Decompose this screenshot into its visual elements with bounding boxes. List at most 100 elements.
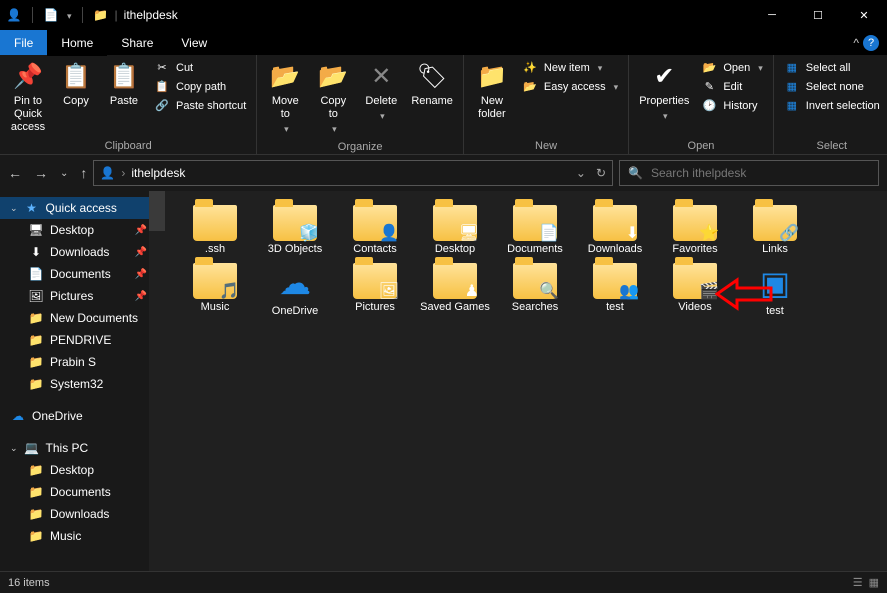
history-button[interactable]: 🕑History — [697, 97, 766, 114]
sidebar-scrollbar[interactable] — [149, 191, 165, 571]
copy-to-button[interactable]: 📂Copy to — [311, 59, 355, 139]
label: Select none — [806, 81, 864, 93]
file-label: .ssh — [205, 243, 225, 255]
ribbon-group-organize: 📂Move to 📂Copy to ✕Delete 🏷Rename Organi… — [257, 55, 464, 154]
sidebar-item[interactable]: 🖼Pictures📌 — [0, 285, 165, 307]
file-item[interactable]: 👥test — [579, 263, 651, 317]
file-item[interactable]: 🖼Pictures — [339, 263, 411, 317]
path-icon: 📋 — [154, 80, 170, 93]
sidebar-item[interactable]: 📁Downloads — [0, 503, 165, 525]
label: Music — [50, 529, 81, 543]
tab-home[interactable]: Home — [47, 30, 107, 55]
new-folder-icon: 📁 — [477, 61, 507, 93]
refresh-button[interactable]: ↻ — [596, 166, 606, 180]
select-none-button[interactable]: Select none — [780, 78, 884, 95]
icons-view-button[interactable]: ▦ — [869, 576, 879, 589]
copy-path-button[interactable]: 📋Copy path — [150, 78, 250, 95]
label: Documents — [50, 485, 111, 499]
details-view-button[interactable]: ☰ — [853, 576, 863, 589]
sidebar-item[interactable]: 📁Desktop — [0, 459, 165, 481]
address-bar[interactable]: 👤 › ithelpdesk ⌄ ↻ — [93, 160, 613, 186]
recent-locations-button[interactable]: ⌄ — [60, 168, 68, 179]
file-item[interactable]: ♟Saved Games — [419, 263, 491, 317]
paste-button[interactable]: 📋 Paste — [102, 59, 146, 110]
overlay-icon: 🔍 — [539, 281, 559, 301]
file-label: Searches — [512, 301, 558, 313]
tab-view[interactable]: View — [167, 30, 221, 55]
file-item[interactable]: ⬇Downloads — [579, 205, 651, 255]
pin-quick-access-button[interactable]: 📌 Pin to Quick access — [6, 59, 50, 137]
copy-icon: 📋 — [61, 61, 91, 93]
invert-selection-button[interactable]: Invert selection — [780, 97, 884, 114]
paste-shortcut-button[interactable]: 🔗Paste shortcut — [150, 97, 250, 114]
cut-button[interactable]: ✂Cut — [150, 59, 250, 76]
easy-access-button[interactable]: 📂Easy access — [518, 78, 622, 95]
up-button[interactable]: ↑ — [80, 165, 87, 181]
close-button[interactable]: ✕ — [841, 0, 887, 30]
maximize-button[interactable]: ☐ — [795, 0, 841, 30]
sidebar-item[interactable]: 📁PENDRIVE — [0, 329, 165, 351]
overlay-icon: 🖥 — [459, 223, 479, 243]
file-item[interactable]: 📄Documents — [499, 205, 571, 255]
file-item[interactable]: 🔍Searches — [499, 263, 571, 317]
help-icon[interactable]: ? — [863, 35, 879, 51]
file-item[interactable]: .ssh — [179, 205, 251, 255]
address-icon: 👤 — [100, 166, 115, 180]
item-icon: 📁 — [28, 485, 44, 499]
file-item[interactable]: ⭐Favorites — [659, 205, 731, 255]
pin-icon: 📌 — [13, 61, 43, 93]
properties-button[interactable]: ✔Properties — [635, 59, 693, 125]
overlay-icon: ⭐ — [699, 223, 719, 243]
select-all-button[interactable]: Select all — [780, 59, 884, 76]
open-button[interactable]: 📂Open — [697, 59, 766, 76]
file-item[interactable]: 🧊3D Objects — [259, 205, 331, 255]
folder-icon: 🖥 — [433, 205, 477, 241]
sidebar-item[interactable]: 📄Documents📌 — [0, 263, 165, 285]
file-item[interactable]: 🖥Desktop — [419, 205, 491, 255]
copy-button[interactable]: 📋 Copy — [54, 59, 98, 110]
content-area[interactable]: .ssh 🧊3D Objects👤Contacts🖥Desktop📄Documen… — [165, 191, 887, 571]
new-item-button[interactable]: ✨New item — [518, 59, 622, 76]
label: Documents — [50, 267, 111, 281]
sidebar-item[interactable]: 📁Prabin S — [0, 351, 165, 373]
forward-button[interactable]: → — [34, 165, 48, 181]
file-menu[interactable]: File — [0, 30, 47, 55]
minimize-button[interactable]: ─ — [749, 0, 795, 30]
sidebar-item[interactable]: 📁New Documents — [0, 307, 165, 329]
search-input[interactable]: 🔍 Search ithelpdesk — [619, 160, 879, 186]
qat-customize-icon[interactable] — [65, 8, 72, 22]
sidebar-item[interactable]: ⬇Downloads📌 — [0, 241, 165, 263]
move-to-button[interactable]: 📂Move to — [263, 59, 307, 139]
file-item[interactable]: 🎵Music — [179, 263, 251, 317]
select-none-icon — [784, 80, 800, 93]
file-label: Downloads — [588, 243, 642, 255]
chevron-down-icon — [330, 123, 337, 136]
edit-button[interactable]: ✎Edit — [697, 78, 766, 95]
tab-share[interactable]: Share — [107, 30, 167, 55]
qat-properties-icon[interactable]: 📄 — [43, 7, 59, 23]
ribbon-collapse-icon[interactable]: ^ — [853, 36, 859, 50]
rename-button[interactable]: 🏷Rename — [407, 59, 457, 110]
sidebar-item[interactable]: 📁 Documents — [0, 481, 165, 503]
file-item[interactable]: ☁OneDrive — [259, 263, 331, 317]
new-folder-button[interactable]: 📁New folder — [470, 59, 514, 123]
menu-bar: File Home Share View ^ ? — [0, 30, 887, 55]
sidebar-item[interactable]: 📁Music — [0, 525, 165, 547]
pin-icon: 📌 — [135, 247, 147, 258]
folder-icon: 🧊 — [273, 205, 317, 241]
sidebar-item[interactable]: 🖥Desktop📌 — [0, 219, 165, 241]
search-icon: 🔍 — [628, 166, 643, 180]
breadcrumb[interactable]: ithelpdesk — [131, 166, 185, 180]
paste-icon: 📋 — [109, 61, 139, 93]
file-item[interactable]: 👤Contacts — [339, 205, 411, 255]
file-item[interactable]: 🔗Links — [739, 205, 811, 255]
back-button[interactable]: ← — [8, 165, 22, 181]
address-dropdown-icon[interactable]: ⌄ — [576, 166, 586, 180]
sidebar-thispc[interactable]: ⌄💻This PC — [0, 437, 165, 459]
delete-button[interactable]: ✕Delete — [359, 59, 403, 125]
label: New folder — [478, 95, 506, 121]
sidebar-onedrive[interactable]: ☁OneDrive — [0, 405, 165, 427]
file-label: Links — [762, 243, 788, 255]
sidebar-item[interactable]: 📁System32 — [0, 373, 165, 395]
sidebar-quick-access[interactable]: ⌄★Quick access — [0, 197, 165, 219]
